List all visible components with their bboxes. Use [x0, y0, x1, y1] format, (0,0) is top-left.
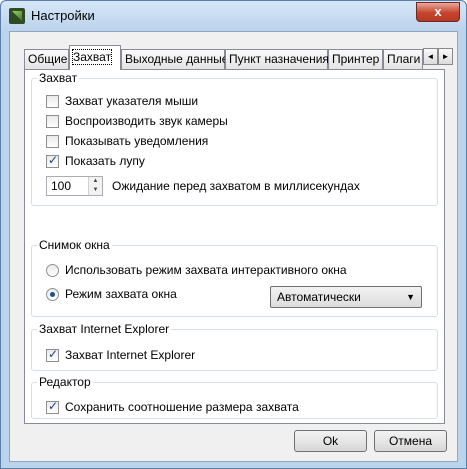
tab-capture-label: Захват	[71, 49, 113, 65]
cancel-button[interactable]: Отмена	[374, 430, 447, 452]
keep-aspect-ratio-checkbox[interactable]: Сохранить соотношение размера захвата	[46, 399, 299, 415]
tab-general[interactable]: Общие	[24, 49, 69, 69]
capture-mode-value: Автоматически	[277, 290, 361, 304]
radio-label: Использовать режим захвата интерактивног…	[65, 263, 347, 277]
tab-scroll-left-icon[interactable]: ◄	[423, 48, 438, 65]
tab-output[interactable]: Выходные данные	[121, 49, 228, 69]
ok-button[interactable]: Ok	[294, 430, 367, 452]
checkbox-label: Показать лупу	[65, 154, 145, 168]
capture-group-label: Захват	[37, 71, 80, 85]
tab-capture[interactable]: Захват	[69, 45, 121, 70]
radio-label: Режим захвата окна	[65, 287, 177, 301]
checkbox-label: Захват указателя мыши	[65, 94, 199, 108]
checkbox-label: Сохранить соотношение размера захвата	[65, 400, 299, 414]
tab-bar: Общие Захват Выходные данные Пункт назна…	[24, 45, 453, 70]
show-magnifier-checkbox[interactable]: Показать лупу	[46, 153, 145, 169]
window-capture-mode-radio[interactable]: Режим захвата окна	[46, 286, 177, 302]
delay-label: Ожидание перед захватом в миллисекундах	[112, 179, 360, 193]
window-capture-group-label: Снимок окна	[37, 238, 112, 252]
checkbox-label: Показывать уведомления	[65, 134, 209, 148]
editor-group-label: Редактор	[37, 375, 93, 389]
capture-mode-select[interactable]: Автоматически ▼	[270, 286, 422, 308]
delay-value: 100	[51, 179, 72, 193]
capture-mouse-pointer-checkbox[interactable]: Захват указателя мыши	[46, 93, 198, 109]
capture-group: Захват Захват указателя мыши Воспроизвод…	[31, 71, 438, 206]
ie-capture-checkbox[interactable]: Захват Internet Explorer	[46, 347, 195, 363]
dialog-client-area: Общие Захват Выходные данные Пункт назна…	[9, 31, 458, 462]
window-title: Настройки	[31, 8, 95, 23]
radio-circle-selected	[46, 287, 59, 301]
editor-group: Редактор Сохранить соотношение размера з…	[31, 375, 438, 419]
checkbox-box-checked	[46, 153, 59, 168]
chevron-down-icon: ▼	[406, 292, 415, 302]
checkbox-box-checked	[46, 399, 59, 414]
checkbox-label: Воспроизводить звук камеры	[65, 114, 228, 128]
tab-plugins[interactable]: Плаги	[383, 49, 423, 69]
ie-capture-group: Захват Internet Explorer Захват Internet…	[31, 322, 438, 371]
window-capture-group: Снимок окна Использовать режим захвата и…	[31, 238, 438, 317]
show-notifications-checkbox[interactable]: Показывать уведомления	[46, 133, 208, 149]
app-icon	[9, 8, 25, 24]
checkbox-box	[46, 114, 59, 128]
checkbox-box	[46, 134, 59, 148]
tab-scroll-right-icon[interactable]: ►	[438, 48, 453, 65]
close-button[interactable]: x	[416, 2, 460, 22]
checkbox-label: Захват Internet Explorer	[65, 348, 196, 362]
spin-down-icon[interactable]: ▼	[89, 186, 102, 195]
spin-up-icon[interactable]: ▲	[89, 177, 102, 186]
ie-capture-group-label: Захват Internet Explorer	[37, 322, 172, 336]
delay-spinner[interactable]: 100 ▲ ▼	[46, 176, 103, 196]
spinner-buttons: ▲ ▼	[88, 177, 102, 195]
title-bar[interactable]: Настройки x	[1, 1, 466, 31]
interactive-window-radio[interactable]: Использовать режим захвата интерактивног…	[46, 262, 347, 278]
checkbox-box-checked	[46, 347, 59, 362]
camera-sound-checkbox[interactable]: Воспроизводить звук камеры	[46, 113, 228, 129]
tab-destination[interactable]: Пункт назначения	[225, 49, 329, 69]
checkbox-box	[46, 94, 59, 108]
radio-circle	[46, 263, 59, 277]
capture-tab-panel: Захват Захват указателя мыши Воспроизвод…	[24, 69, 445, 424]
settings-window: Настройки x Общие Захват Выходные данные…	[0, 0, 467, 469]
tab-printer[interactable]: Принтер	[328, 49, 383, 69]
